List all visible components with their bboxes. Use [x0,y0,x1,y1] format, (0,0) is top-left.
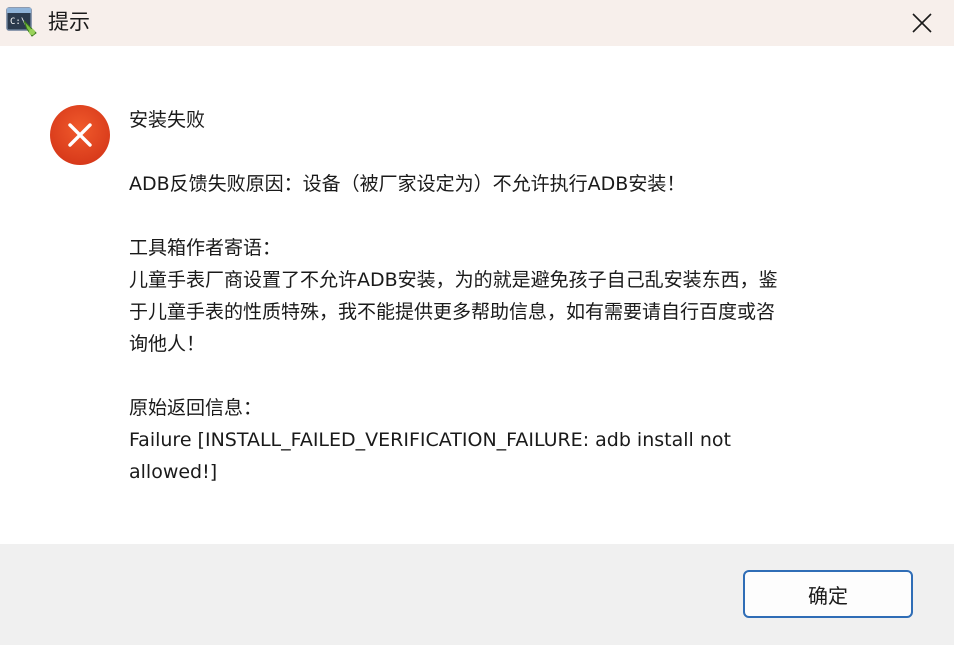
title-bar[interactable]: C:\ 提示 [0,0,954,46]
failure-reason: ADB反馈失败原因：设备（被厂家设定为）不允许执行ADB安装！ [129,173,686,195]
raw-response-line: allowed!] [129,461,218,483]
author-note-line: 询他人！ [129,333,206,355]
close-icon [912,13,932,33]
dialog-footer: 确定 [0,544,954,645]
author-note-line: 儿童手表厂商设置了不允许ADB安装，为的就是避免孩子自己乱安装东西，鉴 [129,269,778,291]
close-button[interactable] [890,0,954,46]
app-terminal-icon: C:\ [6,7,37,37]
error-icon [50,105,110,165]
dialog-content: 安装失败 ADB反馈失败原因：设备（被厂家设定为）不允许执行ADB安装！ 工具箱… [0,46,954,544]
raw-response-title: 原始返回信息： [129,397,263,419]
svg-text:C:\: C:\ [10,17,26,27]
dialog-window: C:\ 提示 安装失败 ADB反馈失败原因：设备（被厂家设定为）不允许执行ADB… [0,0,954,645]
raw-response-line: Failure [INSTALL_FAILED_VERIFICATION_FAI… [129,429,731,451]
author-note-title: 工具箱作者寄语： [129,237,282,259]
window-title: 提示 [48,10,90,34]
author-note-line: 于儿童手表的性质特殊，我不能提供更多帮助信息，如有需要请自行百度或咨 [129,301,776,323]
message-body: 安装失败 ADB反馈失败原因：设备（被厂家设定为）不允许执行ADB安装！ 工具箱… [129,104,899,488]
ok-button[interactable]: 确定 [743,570,913,618]
author-note: 工具箱作者寄语： 儿童手表厂商设置了不允许ADB安装，为的就是避免孩子自己乱安装… [129,232,899,360]
raw-response: 原始返回信息： Failure [INSTALL_FAILED_VERIFICA… [129,392,899,488]
message-heading: 安装失败 [129,109,206,131]
